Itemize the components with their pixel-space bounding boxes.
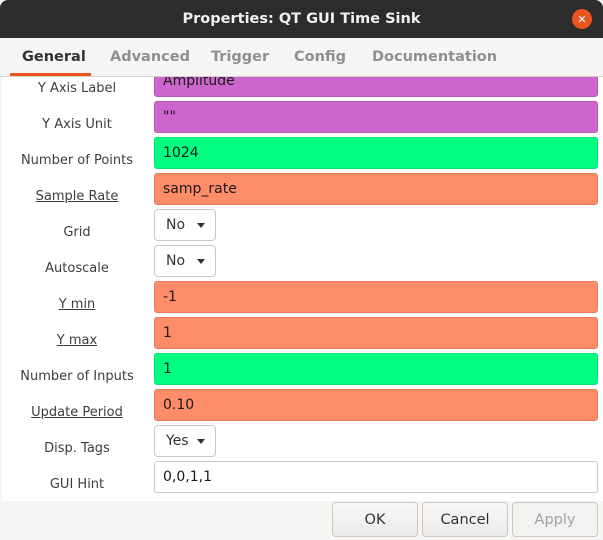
property-label: Sample Rate xyxy=(2,178,152,214)
sample-rate-field[interactable]: samp_rate xyxy=(154,173,598,205)
property-row-update-period: Update Period 0.10 xyxy=(2,389,599,430)
property-label-text: Update Period xyxy=(31,404,123,420)
property-row-gui-hint: GUI Hint 0,0,1,1 xyxy=(2,461,599,501)
cancel-button[interactable]: Cancel xyxy=(422,502,508,537)
ok-button[interactable]: OK xyxy=(332,502,418,537)
property-label: Number of Points xyxy=(20,152,134,168)
tab-trigger[interactable]: Trigger xyxy=(211,38,269,76)
grid-dropdown-value: No xyxy=(166,217,186,233)
y-min-field[interactable]: -1 xyxy=(154,281,598,313)
disp-tags-dropdown-value: Yes xyxy=(166,433,189,449)
tab-advanced[interactable]: Advanced xyxy=(110,38,190,76)
properties-panel[interactable]: Y Axis Label Amplitude Y Axis Unit "" Nu… xyxy=(2,77,599,501)
property-label: Grid xyxy=(63,224,91,240)
property-label: Number of Inputs xyxy=(20,368,134,384)
chevron-down-icon xyxy=(197,259,205,264)
property-label-text: Sample Rate xyxy=(35,188,119,204)
property-label: Disp. Tags xyxy=(44,440,110,456)
property-row-grid: Grid No xyxy=(2,209,599,250)
dialog-footer: OK Cancel Apply xyxy=(0,501,603,540)
disp-tags-dropdown[interactable]: Yes xyxy=(154,425,216,457)
y-axis-label-field[interactable]: Amplitude xyxy=(154,77,598,97)
autoscale-dropdown[interactable]: No xyxy=(154,245,216,277)
tab-config[interactable]: Config xyxy=(294,38,346,76)
property-label: GUI Hint xyxy=(49,476,105,492)
chevron-down-icon xyxy=(197,439,205,444)
close-button[interactable]: ✕ xyxy=(572,9,592,29)
autoscale-dropdown-value: No xyxy=(166,253,186,269)
gui-hint-field[interactable]: 0,0,1,1 xyxy=(154,461,598,493)
property-label: Y max xyxy=(2,322,152,358)
close-icon: ✕ xyxy=(577,12,587,26)
property-label-text: Y max xyxy=(56,332,98,348)
window-title: Properties: QT GUI Time Sink xyxy=(182,11,421,27)
property-label: Y min xyxy=(2,286,152,322)
property-row-sample-rate: Sample Rate samp_rate xyxy=(2,173,599,214)
window-titlebar: Properties: QT GUI Time Sink ✕ xyxy=(0,0,603,38)
panel-scrollbar[interactable] xyxy=(599,77,603,501)
y-max-field[interactable]: 1 xyxy=(154,317,598,349)
tab-general[interactable]: General xyxy=(22,38,86,76)
active-tab-indicator xyxy=(10,73,91,76)
grid-dropdown[interactable]: No xyxy=(154,209,216,241)
property-label: Y Axis Label xyxy=(37,80,117,96)
number-of-points-field[interactable]: 1024 xyxy=(154,137,598,169)
update-period-field[interactable]: 0.10 xyxy=(154,389,598,421)
property-label: Autoscale xyxy=(45,260,109,276)
y-axis-unit-field[interactable]: "" xyxy=(154,101,598,133)
apply-button[interactable]: Apply xyxy=(512,502,598,537)
property-label-text: Y min xyxy=(58,296,96,312)
chevron-down-icon xyxy=(197,223,205,228)
number-of-inputs-field[interactable]: 1 xyxy=(154,353,598,385)
property-label: Update Period xyxy=(2,394,152,430)
property-label: Y Axis Unit xyxy=(42,116,112,132)
tab-documentation[interactable]: Documentation xyxy=(372,38,497,76)
tab-bar: General Advanced Trigger Config Document… xyxy=(0,38,603,77)
